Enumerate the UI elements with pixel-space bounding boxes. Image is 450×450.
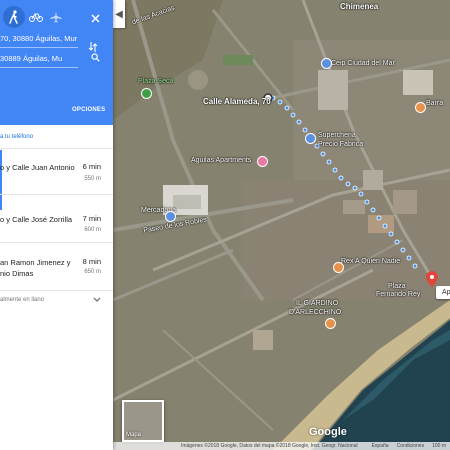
search-icon[interactable] [91,53,100,62]
walk-icon [9,10,18,24]
layer-toggle-label: Mapa [126,432,142,438]
directions-header: 70, 30880 Águilas, Mur 30889 Águilas, Mu… [0,0,113,125]
terms-link[interactable]: Condiciones [397,443,425,449]
route-distance: 650 m [84,269,101,275]
country-link[interactable]: España [372,443,389,449]
divider [0,194,113,195]
map-label-plaza: Plaza [388,283,406,290]
swap-icon[interactable] [88,41,98,53]
route-name: an Ramon Jimenez y nio Dimas [0,258,71,278]
route-time: 6 min [82,162,101,171]
map-label-aguilas-apartments: Águilas Apartments [191,157,252,164]
map-label-calle-alameda: Calle Alameda, 70 [203,97,271,106]
flight-icon [50,11,62,23]
destination-card[interactable]: Ap [436,286,450,299]
divider [0,148,113,149]
map-label-ceip: Ceip Ciudad del Mar [331,60,395,67]
supermarket-pin-icon[interactable] [165,211,176,222]
destination-input[interactable]: 30889 Águilas, Mu [0,51,78,68]
route-name: o y Calle Juan Antonio [0,163,75,172]
park-pin-icon[interactable] [141,88,152,99]
map-label-plaza-seca: Plaza Seca [138,78,174,85]
hotel-pin-icon[interactable] [257,156,268,167]
map-label-barra: Barra [426,100,444,107]
restaurant-pin-icon[interactable] [415,102,426,113]
map-label-supercheria: Supercheria [318,132,356,139]
travel-mode-bar [0,6,113,28]
walk-mode-button[interactable] [3,6,25,28]
map-label-giardino: IL GIARDINO [296,300,339,307]
bike-icon [29,13,43,22]
flight-mode-button[interactable] [45,6,67,28]
terrain-note-row[interactable]: almente en llano [0,290,113,312]
map-label-rex: Rex A Quien Nadie [341,258,401,265]
layer-toggle-button[interactable]: Mapa [122,400,164,442]
route-time: 8 min [82,257,101,266]
shop-pin-icon[interactable] [305,133,316,144]
collapse-panel-button[interactable]: ◀ [113,0,125,28]
directions-panel: 70, 30880 Águilas, Mur 30889 Águilas, Mu… [0,0,113,450]
scale-bar[interactable]: 100 m [432,443,446,449]
school-pin-icon[interactable] [321,58,332,69]
destination-marker-icon[interactable] [426,271,438,287]
bike-mode-button[interactable] [25,6,47,28]
terrain-note: almente en llano [0,297,45,303]
origin-input[interactable]: 70, 30880 Águilas, Mur [0,31,78,48]
map-view[interactable]: ◀ Chimenea de las Acacias Plaza Seca Cal… [113,0,450,450]
map-label-chimenea: Chimenea [340,2,379,11]
route-distance: 600 m [84,227,101,233]
map-label-arlecchino: D'ARLECCHINO [289,309,342,316]
restaurant-pin-icon[interactable] [333,262,344,273]
restaurant-pin-icon[interactable] [325,318,336,329]
chevron-down-icon [93,297,101,302]
map-attribution: Imágenes ©2018 Google, Datos del mapa ©2… [113,442,450,450]
send-to-phone-link[interactable]: a tu teléfono [0,134,33,140]
google-logo: Google [309,426,347,438]
route-distance: 550 m [84,176,101,182]
route-name: o y Calle José Zorrilla [0,215,73,224]
map-label-fernando-rey: Fernando Rey [376,291,421,298]
close-icon [90,13,100,23]
options-button[interactable]: OPCIONES [72,107,105,113]
attribution-text: Imágenes ©2018 Google, Datos del mapa ©2… [180,443,358,449]
divider [0,242,113,243]
close-button[interactable] [87,10,103,26]
route-time: 7 min [82,214,101,223]
map-label-precio-fabrica: Precio Fábrica [318,141,364,148]
